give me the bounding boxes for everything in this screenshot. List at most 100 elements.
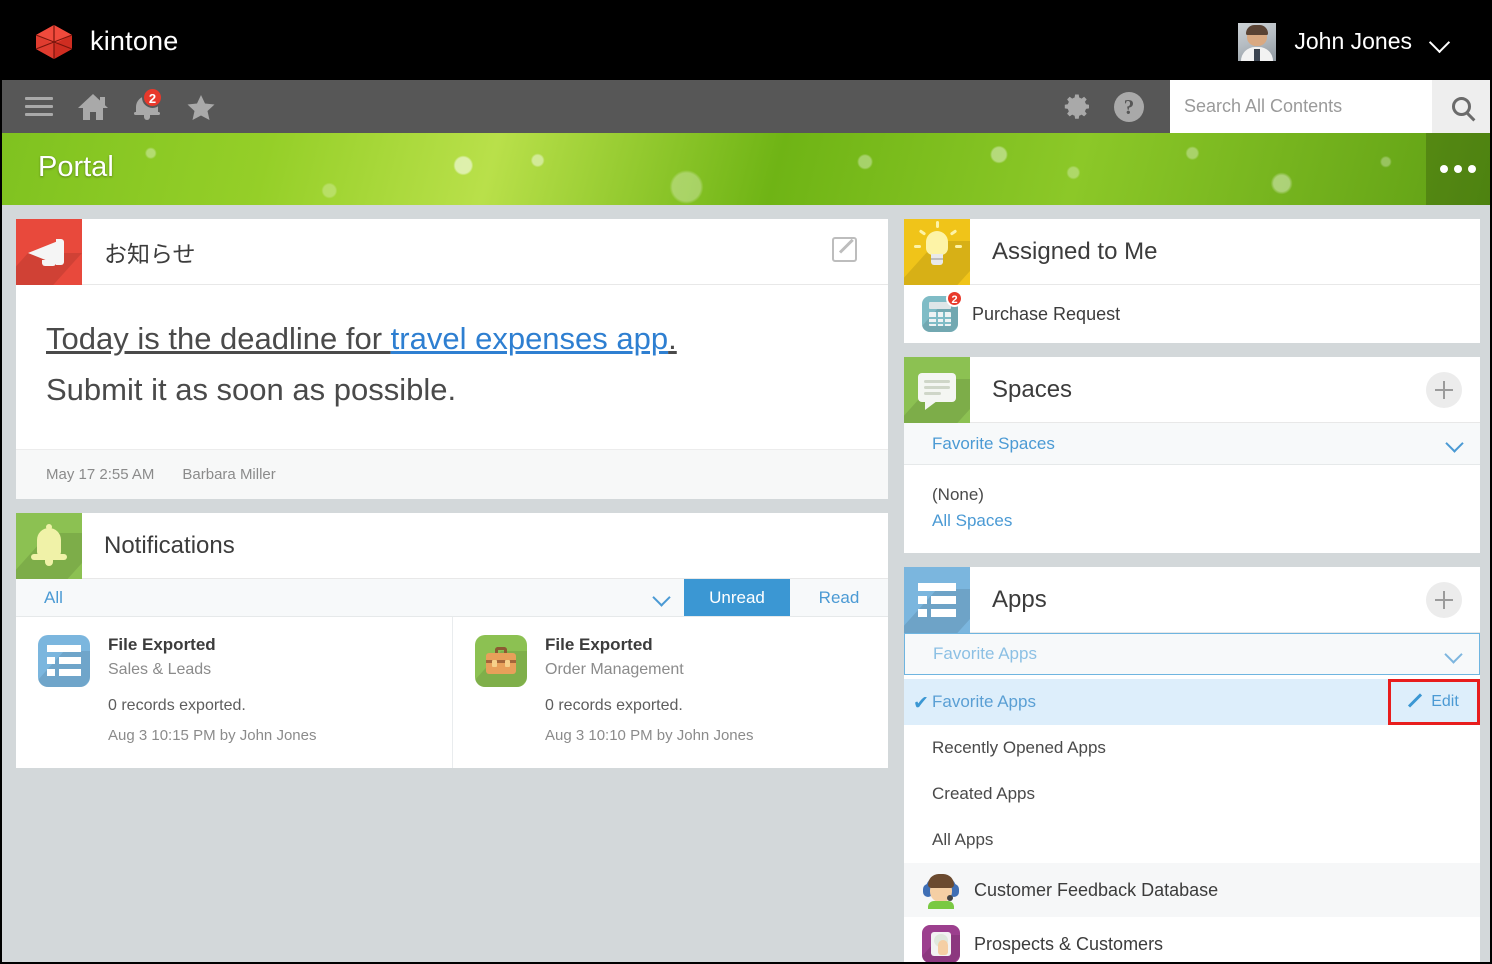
navigation-bar: 2 ?: [2, 80, 1490, 133]
announcement-line-1-prefix: Today is the deadline for: [46, 321, 391, 356]
lightbulb-icon: [904, 219, 970, 285]
kintone-portal-page: kintone John Jones: [0, 0, 1492, 964]
bell-icon: [16, 513, 82, 579]
assigned-item-label: Purchase Request: [972, 304, 1120, 325]
apps-panel: Apps Favorite Apps ✔ Favorite Apps Edit: [904, 567, 1480, 964]
page-title: Portal: [38, 151, 114, 184]
notifications-filter-bar: All Unread Read: [16, 579, 888, 617]
announcement-line-2: Submit it as soon as possible.: [46, 364, 858, 415]
notification-title: File Exported: [545, 635, 753, 655]
app-item-customer-feedback-database[interactable]: Customer Feedback Database: [904, 863, 1480, 917]
announcement-edit-button[interactable]: [832, 237, 862, 267]
blue-list-app-icon: [38, 635, 90, 687]
apps-menu-item-all-apps[interactable]: All Apps: [904, 817, 1480, 863]
brand-logo-area[interactable]: kintone: [32, 23, 178, 61]
apps-filter-menu: ✔ Favorite Apps Edit Recently Opened App…: [904, 675, 1480, 863]
megaphone-icon: [16, 219, 82, 285]
announcement-line-1-suffix: .: [668, 321, 677, 356]
edit-pencil-icon: [832, 237, 857, 262]
gear-icon[interactable]: [1062, 92, 1092, 122]
assigned-item-purchase-request[interactable]: 2 Purchase Request: [904, 285, 1480, 343]
home-icon: [78, 94, 108, 120]
travel-expenses-app-link[interactable]: travel expenses app: [391, 321, 668, 356]
banner-options-button[interactable]: [1426, 133, 1490, 205]
notification-app-name: Order Management: [545, 661, 753, 679]
search-button[interactable]: [1432, 80, 1490, 133]
chevron-down-icon[interactable]: [1430, 32, 1450, 52]
nav-favorites-button[interactable]: [174, 80, 228, 133]
help-icon[interactable]: ?: [1114, 92, 1144, 122]
tab-unread[interactable]: Unread: [684, 579, 790, 616]
notifications-filter-dropdown[interactable]: [638, 579, 684, 616]
chevron-down-icon: [654, 590, 669, 605]
apps-menu-item-label: Favorite Apps: [932, 692, 1036, 712]
search-input[interactable]: [1170, 80, 1432, 133]
headset-person-app-icon: [922, 871, 960, 909]
assigned-to-me-header: Assigned to Me: [904, 219, 1480, 285]
notifications-header: Notifications: [16, 513, 888, 579]
notification-title: File Exported: [108, 635, 316, 655]
notification-text: File Exported Sales & Leads 0 records ex…: [108, 635, 316, 744]
announcement-timestamp: May 17 2:55 AM: [46, 466, 154, 483]
notification-app-name: Sales & Leads: [108, 661, 316, 679]
notification-item[interactable]: File Exported Sales & Leads 0 records ex…: [16, 617, 452, 768]
nav-notifications-button[interactable]: 2: [120, 80, 174, 133]
apps-list-icon: [904, 567, 970, 633]
calculator-app-icon: 2: [922, 296, 958, 332]
purple-card-app-icon: [922, 925, 960, 963]
spaces-header: Spaces: [904, 357, 1480, 423]
tab-read[interactable]: Read: [790, 579, 888, 616]
apps-filter-select[interactable]: Favorite Apps: [904, 633, 1480, 675]
nav-menu-button[interactable]: [12, 80, 66, 133]
announcement-panel: お知らせ Today is the deadline for travel ex…: [16, 219, 888, 499]
edit-favorite-apps-button[interactable]: Edit: [1388, 679, 1480, 725]
announcement-line-1: Today is the deadline for travel expense…: [46, 313, 858, 364]
apps-title: Apps: [970, 567, 1047, 632]
announcement-body: Today is the deadline for travel expense…: [16, 285, 888, 449]
left-column: お知らせ Today is the deadline for travel ex…: [16, 219, 888, 782]
favorite-spaces-bar[interactable]: Favorite Spaces: [904, 423, 1480, 465]
notification-count-badge: 2: [142, 87, 163, 108]
right-column: Assigned to Me 2 Purchase Request: [904, 219, 1480, 964]
assigned-to-me-title: Assigned to Me: [970, 219, 1157, 284]
hamburger-menu-icon: [25, 97, 53, 117]
app-item-label: Prospects & Customers: [974, 934, 1163, 955]
notification-item[interactable]: File Exported Order Management 0 records…: [452, 617, 888, 768]
spaces-title: Spaces: [970, 357, 1072, 422]
notification-meta: Aug 3 10:15 PM by John Jones: [108, 727, 316, 744]
add-app-button[interactable]: [1426, 582, 1462, 618]
portal-content: お知らせ Today is the deadline for travel ex…: [2, 205, 1490, 964]
app-item-prospects-customers[interactable]: Prospects & Customers: [904, 917, 1480, 964]
announcement-title: お知らせ: [82, 219, 196, 284]
apps-menu-item-favorite-apps[interactable]: ✔ Favorite Apps Edit: [904, 679, 1480, 725]
star-icon: [186, 93, 216, 121]
nav-home-button[interactable]: [66, 80, 120, 133]
user-menu[interactable]: John Jones: [1238, 3, 1472, 80]
announcement-author: Barbara Miller: [182, 466, 275, 483]
all-spaces-link[interactable]: All Spaces: [932, 511, 1452, 531]
portal-banner: Portal: [2, 133, 1490, 205]
check-icon: ✔: [913, 692, 929, 715]
notifications-title: Notifications: [82, 513, 235, 578]
search-icon: [1452, 97, 1471, 116]
assigned-to-me-panel: Assigned to Me 2 Purchase Request: [904, 219, 1480, 343]
top-header-bar: kintone John Jones: [2, 3, 1490, 80]
chevron-down-icon: [1447, 436, 1462, 451]
pencil-icon: [1409, 695, 1424, 710]
apps-menu-item-recently-opened-apps[interactable]: Recently Opened Apps: [904, 725, 1480, 771]
apps-filter-value: Favorite Apps: [933, 644, 1037, 664]
nav-right-group: ?: [1062, 80, 1490, 133]
notification-text: File Exported Order Management 0 records…: [545, 635, 753, 744]
app-item-label: Customer Feedback Database: [974, 880, 1218, 901]
edit-label: Edit: [1431, 693, 1459, 711]
kintone-cube-logo-icon: [32, 23, 76, 61]
add-space-button[interactable]: [1426, 372, 1462, 408]
apps-menu-item-label: Created Apps: [932, 784, 1035, 804]
avatar: [1238, 23, 1276, 61]
announcement-footer: May 17 2:55 AM Barbara Miller: [16, 449, 888, 499]
spaces-body: (None) All Spaces: [904, 465, 1480, 553]
apps-menu-item-created-apps[interactable]: Created Apps: [904, 771, 1480, 817]
notifications-filter-all[interactable]: All: [16, 579, 638, 616]
assigned-count-badge: 2: [946, 290, 963, 307]
spaces-panel: Spaces Favorite Spaces (None) All Spaces: [904, 357, 1480, 553]
